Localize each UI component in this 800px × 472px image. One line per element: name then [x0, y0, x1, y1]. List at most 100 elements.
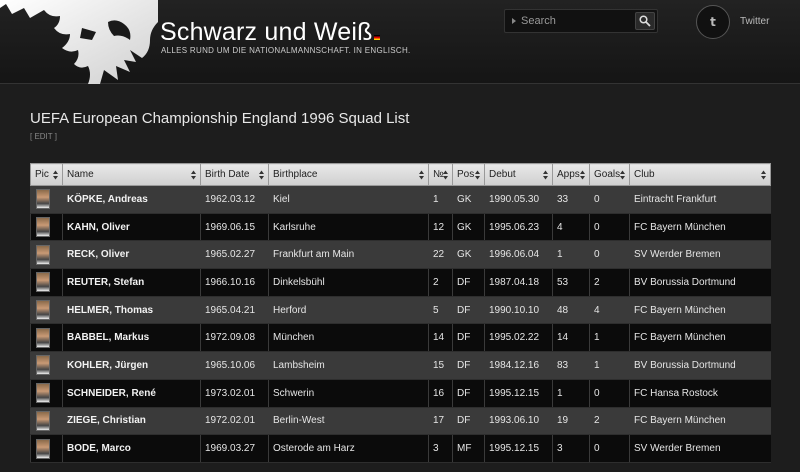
- debut-date: 1987.04.18: [484, 268, 553, 297]
- table-row: KÖPKE, Andreas 1962.03.12 Kiel 1 GK 1990.05.3…: [30, 185, 771, 214]
- column-header-name[interactable]: Name: [62, 163, 201, 186]
- debut-date: 1995.06.23: [484, 213, 553, 242]
- flag-dot-icon: [373, 35, 380, 40]
- sort-arrows-icon: [443, 170, 448, 180]
- club: FC Bayern München: [629, 213, 771, 242]
- player-name: KAHN, Oliver: [62, 213, 201, 242]
- player-photo-cell: [30, 296, 63, 325]
- shirt-number: 1: [428, 185, 453, 214]
- club: FC Hansa Rostock: [629, 379, 771, 408]
- column-header-label: Birthplace: [273, 169, 318, 180]
- position: GK: [452, 213, 485, 242]
- debut-date: 1990.05.30: [484, 185, 553, 214]
- site-title[interactable]: Schwarz und Weiß: [160, 18, 380, 47]
- debut-date: 1984.12.16: [484, 351, 553, 380]
- shirt-number: 2: [428, 268, 453, 297]
- edit-link[interactable]: [ EDIT ]: [30, 132, 57, 141]
- table-row: HELMER, Thomas 1965.04.21 Herford 5 DF 1990.1…: [30, 296, 771, 325]
- table-row: BABBEL, Markus 1972.09.08 München 14 DF 1995.…: [30, 323, 771, 353]
- goals: 0: [589, 379, 630, 408]
- position: DF: [452, 323, 485, 353]
- shirt-number: 22: [428, 240, 453, 270]
- sort-arrows-icon: [543, 170, 548, 180]
- position: DF: [452, 379, 485, 408]
- column-header-label: Name: [67, 169, 94, 180]
- player-photo-cell: [30, 213, 63, 242]
- birthplace: Herford: [268, 296, 429, 325]
- player-photo[interactable]: [36, 327, 50, 348]
- player-photo[interactable]: [36, 300, 50, 321]
- twitter-link[interactable]: Twitter: [740, 16, 769, 27]
- table-row: ZIEGE, Christian 1972.02.01 Berlin-West 17 D…: [30, 407, 771, 436]
- club: FC Bayern München: [629, 407, 771, 436]
- club: Eintracht Frankfurt: [629, 185, 771, 214]
- column-header-label: Pic: [35, 169, 49, 180]
- club: BV Borussia Dortmund: [629, 351, 771, 380]
- birth-date: 1973.02.01: [200, 379, 269, 408]
- goals: 2: [589, 407, 630, 436]
- sort-arrows-icon: [475, 170, 480, 180]
- player-photo[interactable]: [36, 244, 50, 265]
- table-row: KOHLER, Jürgen 1965.10.06 Lambsheim 15 DF 198…: [30, 351, 771, 380]
- column-header-number[interactable]: №: [428, 163, 453, 186]
- position: DF: [452, 268, 485, 297]
- debut-date: 1995.02.22: [484, 323, 553, 353]
- eagle-logo-icon[interactable]: [0, 0, 158, 84]
- column-header-apps[interactable]: Apps: [552, 163, 590, 186]
- birth-date: 1969.03.27: [200, 434, 269, 463]
- debut-date: 1995.12.15: [484, 379, 553, 408]
- shirt-number: 5: [428, 296, 453, 325]
- player-photo[interactable]: [36, 383, 50, 404]
- player-photo[interactable]: [36, 272, 50, 293]
- column-header-debut[interactable]: Debut: [484, 163, 553, 186]
- column-header-birth-date[interactable]: Birth Date: [200, 163, 269, 186]
- squad-table: Pic Name Birth Date Birthplace № Pos Debut Apps…: [30, 163, 771, 463]
- goals: 2: [589, 268, 630, 297]
- appearances: 33: [552, 185, 590, 214]
- debut-date: 1990.10.10: [484, 296, 553, 325]
- birth-date: 1966.10.16: [200, 268, 269, 297]
- column-header-club[interactable]: Club: [629, 163, 771, 186]
- birth-date: 1972.02.01: [200, 407, 269, 436]
- club: SV Werder Bremen: [629, 434, 771, 463]
- column-header-pos[interactable]: Pos: [452, 163, 485, 186]
- search-button[interactable]: [635, 12, 655, 30]
- goals: 0: [589, 434, 630, 463]
- club: SV Werder Bremen: [629, 240, 771, 270]
- player-photo[interactable]: [36, 438, 50, 459]
- page-title: UEFA European Championship England 1996 …: [30, 110, 410, 127]
- column-header-goals[interactable]: Goals: [589, 163, 630, 186]
- birth-date: 1965.10.06: [200, 351, 269, 380]
- appearances: 3: [552, 434, 590, 463]
- sort-arrows-icon: [419, 170, 424, 180]
- site-tagline: ALLES RUND UM DIE NATIONALMANNSCHAFT. IN…: [161, 46, 411, 55]
- search-input[interactable]: [521, 12, 635, 30]
- sort-arrows-icon: [53, 170, 58, 180]
- player-photo[interactable]: [36, 189, 50, 210]
- shirt-number: 17: [428, 407, 453, 436]
- birthplace: Dinkelsbühl: [268, 268, 429, 297]
- column-header-label: Pos: [457, 169, 475, 180]
- column-header-birthplace[interactable]: Birthplace: [268, 163, 429, 186]
- table-row: KAHN, Oliver 1969.06.15 Karlsruhe 12 GK 1995.…: [30, 213, 771, 242]
- player-photo[interactable]: [36, 217, 50, 238]
- player-name: RECK, Oliver: [62, 240, 201, 270]
- birthplace: Lambsheim: [268, 351, 429, 380]
- site-header: Schwarz und Weiß ALLES RUND UM DIE NATIO…: [0, 0, 800, 84]
- appearances: 4: [552, 213, 590, 242]
- player-photo[interactable]: [36, 355, 50, 376]
- position: GK: [452, 185, 485, 214]
- twitter-icon[interactable]: t: [696, 5, 730, 39]
- player-photo-cell: [30, 268, 63, 297]
- player-photo-cell: [30, 379, 63, 408]
- player-name: HELMER, Thomas: [62, 296, 201, 325]
- player-photo-cell: [30, 434, 63, 463]
- club: FC Bayern München: [629, 296, 771, 325]
- debut-date: 1996.06.04: [484, 240, 553, 270]
- column-header-pic[interactable]: Pic: [30, 163, 63, 186]
- birth-date: 1962.03.12: [200, 185, 269, 214]
- player-photo[interactable]: [36, 410, 50, 431]
- table-row: REUTER, Stefan 1966.10.16 Dinkelsbühl 2 DF 19…: [30, 268, 771, 297]
- goals: 1: [589, 323, 630, 353]
- appearances: 1: [552, 240, 590, 270]
